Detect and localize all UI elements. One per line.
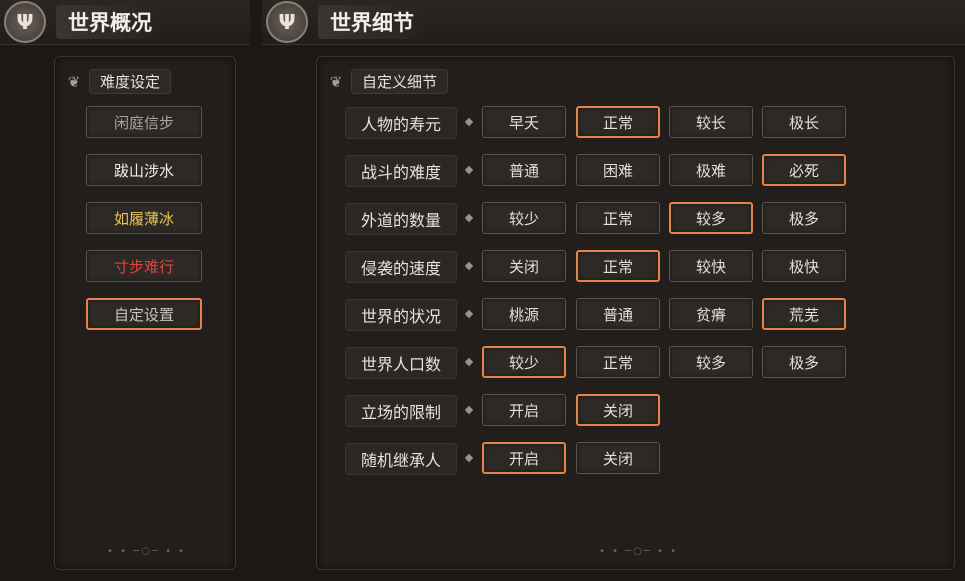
- setting-option[interactable]: 必死: [762, 154, 846, 186]
- setting-label: 人物的寿元: [345, 107, 457, 139]
- tree-icon: Ψ: [266, 1, 308, 43]
- tab-world-details[interactable]: Ψ 世界细节: [262, 0, 965, 45]
- tab-world-overview[interactable]: Ψ 世界概况: [0, 0, 250, 45]
- setting-option[interactable]: 较快: [669, 250, 753, 282]
- setting-option[interactable]: 早夭: [482, 106, 566, 138]
- difficulty-panel: ❦ 难度设定 闲庭信步跋山涉水如履薄冰寸步难行自定设置 • • ─○─ • •: [54, 56, 236, 570]
- setting-option[interactable]: 开启: [482, 442, 566, 474]
- setting-label: 世界的状况: [345, 299, 457, 331]
- setting-option[interactable]: 正常: [576, 346, 660, 378]
- setting-option[interactable]: 极快: [762, 250, 846, 282]
- setting-option[interactable]: 困难: [576, 154, 660, 186]
- setting-option[interactable]: 极多: [762, 346, 846, 378]
- tab-title: 世界概况: [56, 5, 164, 39]
- setting-option[interactable]: 正常: [576, 250, 660, 282]
- setting-option[interactable]: 较多: [669, 346, 753, 378]
- setting-option[interactable]: 较少: [482, 346, 566, 378]
- difficulty-option[interactable]: 如履薄冰: [86, 202, 202, 234]
- setting-option[interactable]: 桃源: [482, 298, 566, 330]
- setting-label: 立场的限制: [345, 395, 457, 427]
- diamond-bullet-icon: [464, 309, 474, 319]
- scroll-icon: ❦: [67, 72, 81, 91]
- setting-option[interactable]: 正常: [576, 202, 660, 234]
- difficulty-option[interactable]: 跋山涉水: [86, 154, 202, 186]
- difficulty-option[interactable]: 闲庭信步: [86, 106, 202, 138]
- tree-icon: Ψ: [4, 1, 46, 43]
- tab-title: 世界细节: [318, 5, 426, 39]
- setting-option[interactable]: 极多: [762, 202, 846, 234]
- setting-label: 外道的数量: [345, 203, 457, 235]
- diamond-bullet-icon: [464, 405, 474, 415]
- custom-details-panel: ❦ 自定义细节 人物的寿元 早夭 正常 较长 极长 战斗的难度 普通 困难 极难 必死 外道的数量较…: [316, 56, 955, 570]
- setting-option[interactable]: 极难: [669, 154, 753, 186]
- setting-label: 侵袭的速度: [345, 251, 457, 283]
- diamond-bullet-icon: [464, 165, 474, 175]
- setting-option[interactable]: 普通: [576, 298, 660, 330]
- diamond-bullet-icon: [464, 357, 474, 367]
- diamond-bullet-icon: [464, 453, 474, 463]
- setting-label: 世界人口数: [345, 347, 457, 379]
- setting-option[interactable]: 开启: [482, 394, 566, 426]
- setting-option[interactable]: 较多: [669, 202, 753, 234]
- custom-details-header: ❦ 自定义细节: [327, 69, 449, 94]
- setting-option[interactable]: 较少: [482, 202, 566, 234]
- ornament-divider: • • ─○─ • •: [107, 546, 187, 557]
- diamond-bullet-icon: [464, 261, 474, 271]
- difficulty-header: ❦ 难度设定: [65, 69, 172, 94]
- ornament-divider: • • ─○─ • •: [599, 546, 679, 557]
- setting-option[interactable]: 荒芜: [762, 298, 846, 330]
- setting-option[interactable]: 极长: [762, 106, 846, 138]
- setting-option[interactable]: 较长: [669, 106, 753, 138]
- difficulty-title: 难度设定: [89, 69, 172, 94]
- setting-option[interactable]: 贫瘠: [669, 298, 753, 330]
- setting-option[interactable]: 普通: [482, 154, 566, 186]
- setting-label: 随机继承人: [345, 443, 457, 475]
- setting-option[interactable]: 关闭: [482, 250, 566, 282]
- diamond-bullet-icon: [464, 117, 474, 127]
- difficulty-option[interactable]: 自定设置: [86, 298, 202, 330]
- difficulty-option[interactable]: 寸步难行: [86, 250, 202, 282]
- diamond-bullet-icon: [464, 213, 474, 223]
- setting-label: 战斗的难度: [345, 155, 457, 187]
- setting-option[interactable]: 关闭: [576, 442, 660, 474]
- custom-details-title: 自定义细节: [351, 69, 449, 94]
- setting-option[interactable]: 关闭: [576, 394, 660, 426]
- setting-option[interactable]: 正常: [576, 106, 660, 138]
- scroll-icon: ❦: [329, 72, 343, 91]
